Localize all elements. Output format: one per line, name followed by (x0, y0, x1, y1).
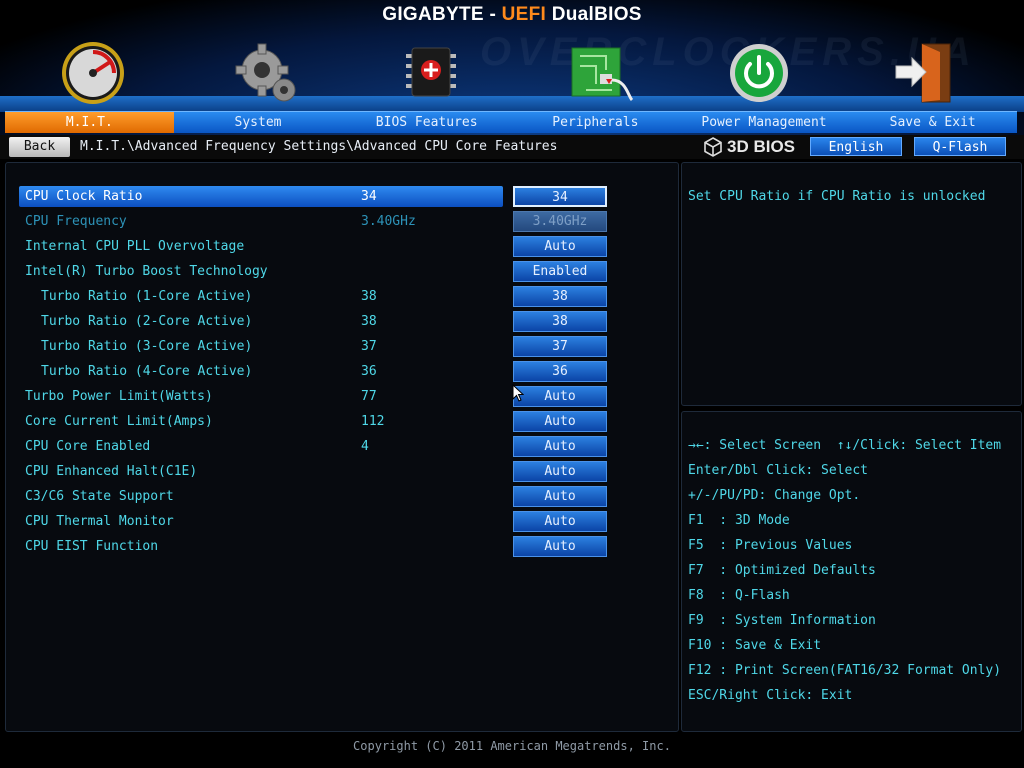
setting-current-value: 112 (361, 414, 385, 429)
qflash-button[interactable]: Q-Flash (914, 137, 1006, 156)
setting-label: Turbo Ratio (2-Core Active) (41, 314, 253, 329)
keys-legend-panel: →←: Select Screen ↑↓/Click: Select Item E… (681, 411, 1022, 732)
setting-label: CPU EIST Function (25, 539, 159, 554)
key-legend-line: Enter/Dbl Click: Select (688, 463, 869, 478)
setting-row[interactable]: C3/C6 State Support Auto (19, 486, 669, 508)
circuit-board-icon[interactable] (566, 40, 636, 106)
setting-option-button[interactable]: Auto (513, 511, 607, 532)
setting-label: Turbo Ratio (1-Core Active) (41, 289, 253, 304)
exit-door-icon[interactable] (892, 40, 962, 106)
language-button[interactable]: English (810, 137, 902, 156)
setting-current-value: 38 (361, 289, 377, 304)
setting-option-button[interactable]: Auto (513, 461, 607, 482)
setting-option-button[interactable]: 38 (513, 311, 607, 332)
setting-option-button[interactable]: 34 (513, 186, 607, 207)
setting-current-value: 37 (361, 339, 377, 354)
mouse-cursor-icon (512, 384, 524, 402)
back-button[interactable]: Back (9, 137, 70, 157)
main-tab-bar: M.I.T. System BIOS Features Peripherals … (5, 111, 1017, 133)
setting-label: CPU Enhanced Halt(C1E) (25, 464, 198, 479)
brand-accent: UEFI (501, 4, 547, 25)
key-legend-line: ESC/Right Click: Exit (688, 688, 853, 703)
key-legend-line: →←: Select Screen ↑↓/Click: Select Item (688, 438, 1002, 453)
setting-option-button[interactable]: 38 (513, 286, 607, 307)
setting-row[interactable]: CPU Enhanced Halt(C1E) Auto (19, 461, 669, 483)
breadcrumb-bar: Back M.I.T.\Advanced Frequency Settings\… (0, 135, 1024, 159)
setting-row[interactable]: CPU Frequency 3.40GHz 3.40GHz (19, 211, 669, 233)
key-legend-line: F12 : Print Screen(FAT16/32 Format Only) (688, 663, 1002, 678)
setting-row[interactable]: Turbo Ratio (3-Core Active) 37 37 (19, 336, 669, 358)
setting-label: CPU Clock Ratio (25, 189, 143, 204)
setting-label: Turbo Ratio (3-Core Active) (41, 339, 253, 354)
setting-label: Core Current Limit(Amps) (25, 414, 213, 429)
tab-save-exit[interactable]: Save & Exit (848, 112, 1017, 133)
tab-peripherals[interactable]: Peripherals (511, 112, 680, 133)
chip-icon[interactable] (396, 40, 466, 106)
setting-row[interactable]: Internal CPU PLL Overvoltage Auto (19, 236, 669, 258)
setting-label: CPU Frequency (25, 214, 127, 229)
key-legend-line: F10 : Save & Exit (688, 638, 822, 653)
power-icon[interactable] (724, 40, 794, 106)
help-text: Set CPU Ratio if CPU Ratio is unlocked (688, 189, 986, 204)
3d-bios-logo-text: 3D BIOS (727, 137, 796, 156)
setting-current-value: 38 (361, 314, 377, 329)
setting-option-button[interactable]: Auto (513, 536, 607, 557)
setting-row[interactable]: CPU Clock Ratio 34 34 (19, 186, 669, 208)
help-panel: Set CPU Ratio if CPU Ratio is unlocked (681, 162, 1022, 406)
breadcrumb: M.I.T.\Advanced Frequency Settings\Advan… (80, 139, 558, 154)
key-legend-line: F8 : Q-Flash (688, 588, 790, 603)
key-legend-line: F9 : System Information (688, 613, 876, 628)
setting-current-value: 77 (361, 389, 377, 404)
brand-part1: GIGABYTE - (382, 4, 502, 25)
setting-row[interactable]: CPU Thermal Monitor Auto (19, 511, 669, 533)
setting-row[interactable]: Turbo Ratio (2-Core Active) 38 38 (19, 311, 669, 333)
setting-option-button[interactable]: Auto (513, 436, 607, 457)
setting-option-button[interactable]: Auto (513, 486, 607, 507)
setting-row[interactable]: Intel(R) Turbo Boost Technology Enabled (19, 261, 669, 283)
setting-row[interactable]: Turbo Ratio (4-Core Active) 36 36 (19, 361, 669, 383)
cube-icon (704, 137, 722, 157)
setting-row[interactable]: CPU EIST Function Auto (19, 536, 669, 558)
setting-current-value: 4 (361, 439, 369, 454)
setting-label: Turbo Power Limit(Watts) (25, 389, 213, 404)
bios-brand-title: GIGABYTE - UEFI DualBIOS (0, 4, 1024, 26)
settings-panel: CPU Clock Ratio 34 34 CPU Frequency 3.40GHz 3… (5, 162, 679, 732)
bios-header: GIGABYTE - UEFI DualBIOS OVERCLOCKERS.UA (0, 0, 1024, 135)
setting-current-value: 34 (361, 189, 377, 204)
setting-row[interactable]: Turbo Power Limit(Watts) 77 Auto (19, 386, 669, 408)
brand-part2: DualBIOS (546, 4, 642, 25)
setting-option-button[interactable]: Auto (513, 236, 607, 257)
setting-row[interactable]: Core Current Limit(Amps) 112 Auto (19, 411, 669, 433)
setting-option-button: 3.40GHz (513, 211, 607, 232)
tab-mit[interactable]: M.I.T. (5, 112, 174, 133)
setting-current-value: 36 (361, 364, 377, 379)
setting-option-button[interactable]: 37 (513, 336, 607, 357)
setting-option-button[interactable]: 36 (513, 361, 607, 382)
setting-label: CPU Core Enabled (25, 439, 151, 454)
setting-label: CPU Thermal Monitor (25, 514, 174, 529)
setting-label: C3/C6 State Support (25, 489, 174, 504)
setting-row[interactable]: CPU Core Enabled 4 Auto (19, 436, 669, 458)
copyright-text: Copyright (C) 2011 American Megatrends, … (353, 739, 671, 753)
setting-label: Intel(R) Turbo Boost Technology (25, 264, 268, 279)
3d-bios-logo: 3D BIOS (703, 137, 795, 157)
setting-option-button[interactable]: Enabled (513, 261, 607, 282)
setting-option-button[interactable]: Auto (513, 411, 607, 432)
tab-system[interactable]: System (174, 112, 343, 133)
tab-power-management[interactable]: Power Management (680, 112, 849, 133)
setting-label: Internal CPU PLL Overvoltage (25, 239, 245, 254)
tab-bios-features[interactable]: BIOS Features (342, 112, 511, 133)
key-legend-line: F5 : Previous Values (688, 538, 853, 553)
speedometer-icon[interactable] (58, 40, 128, 106)
setting-label: Turbo Ratio (4-Core Active) (41, 364, 253, 379)
setting-current-value: 3.40GHz (361, 214, 416, 229)
key-legend-line: +/-/PU/PD: Change Opt. (688, 488, 861, 503)
key-legend-line: F1 : 3D Mode (688, 513, 790, 528)
gear-icon[interactable] (232, 40, 302, 106)
key-legend-line: F7 : Optimized Defaults (688, 563, 876, 578)
setting-row[interactable]: Turbo Ratio (1-Core Active) 38 38 (19, 286, 669, 308)
setting-option-button[interactable]: Auto (513, 386, 607, 407)
